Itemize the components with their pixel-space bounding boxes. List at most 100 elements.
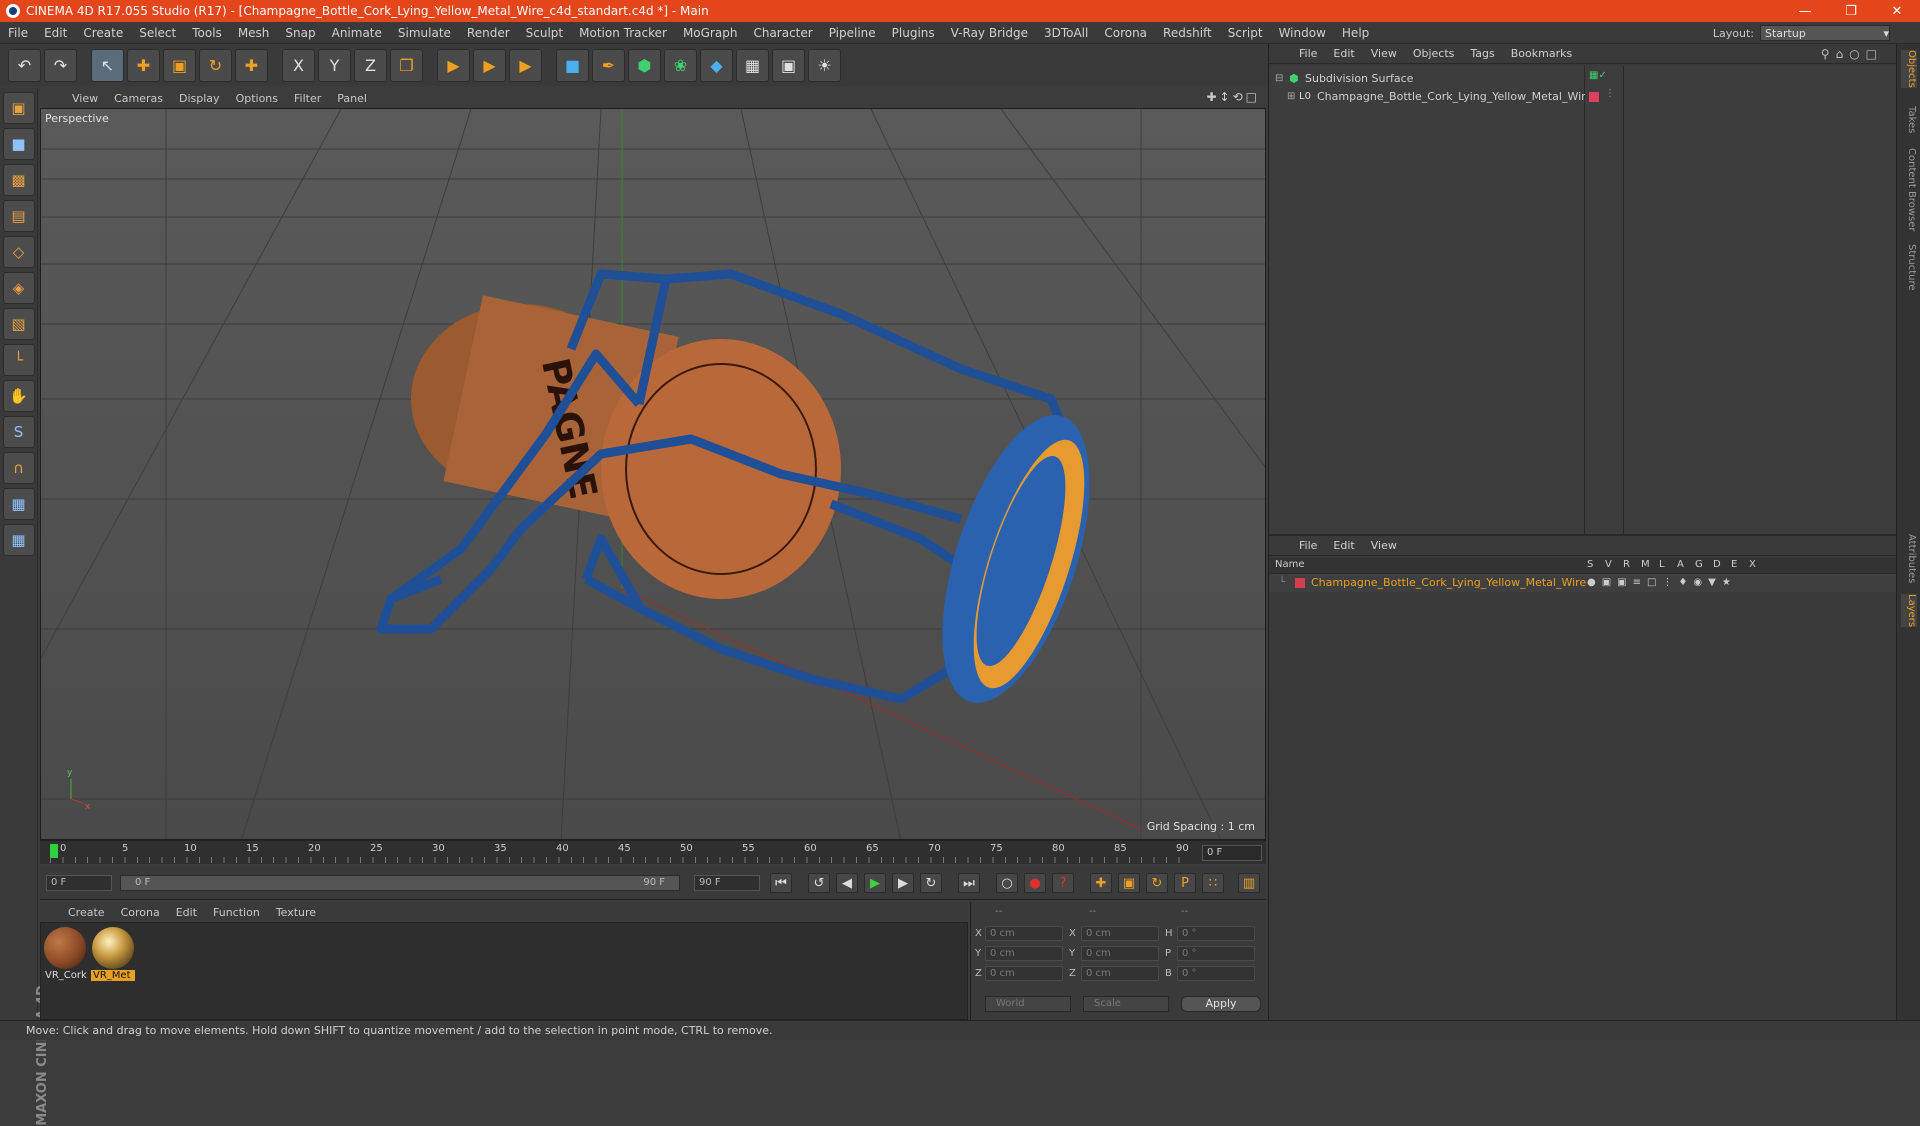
- texture-mode-button[interactable]: ▩: [2, 164, 35, 196]
- search-icon[interactable]: ⚲⌂○□: [1821, 47, 1883, 61]
- object-menu-view[interactable]: View: [1363, 47, 1405, 60]
- undo-button[interactable]: ↶: [8, 48, 41, 82]
- rotate-tool-button[interactable]: ↻: [199, 48, 232, 82]
- menu-mesh[interactable]: Mesh: [230, 26, 278, 40]
- tab-layers[interactable]: Layers: [1901, 594, 1917, 628]
- render-view-button[interactable]: ▶: [437, 48, 470, 82]
- record-button[interactable]: ●: [1024, 873, 1046, 893]
- object-menu-bookmarks[interactable]: Bookmarks: [1503, 47, 1580, 60]
- menu-vray-bridge[interactable]: V-Ray Bridge: [943, 26, 1036, 40]
- layer-flag-icons[interactable]: ●▣▣≡□⋮♦◉▼★: [1587, 574, 1737, 592]
- material-swatch[interactable]: VR_Met: [91, 927, 135, 985]
- light-object-button[interactable]: ☀: [808, 48, 841, 82]
- next-frame-button[interactable]: ▶: [892, 873, 914, 893]
- object-row-subdivision[interactable]: ⊟ ⬢ Subdivision Surface: [1269, 70, 1585, 88]
- tab-takes[interactable]: Takes: [1901, 106, 1917, 133]
- menu-simulate[interactable]: Simulate: [390, 26, 459, 40]
- material-menu-create[interactable]: Create: [60, 906, 113, 919]
- menu-plugins[interactable]: Plugins: [884, 26, 943, 40]
- menu-tools[interactable]: Tools: [184, 26, 230, 40]
- minimize-button[interactable]: —: [1782, 4, 1828, 19]
- viewport-nav-icons[interactable]: ✚↕⟲□: [1206, 90, 1260, 104]
- previous-frame-button[interactable]: ◀: [836, 873, 858, 893]
- viewport-menu-panel[interactable]: Panel: [329, 92, 375, 105]
- tab-structure[interactable]: Structure: [1901, 244, 1917, 291]
- preview-range-slider[interactable]: 0 F 90 F: [120, 875, 680, 891]
- deformer-button[interactable]: ◆: [700, 48, 733, 82]
- record-scale-button[interactable]: ▣: [1118, 873, 1140, 893]
- x-axis-button[interactable]: X: [282, 48, 315, 82]
- position-x-field[interactable]: 0 cm: [985, 926, 1063, 941]
- camera-object-button[interactable]: ▣: [772, 48, 805, 82]
- tab-objects[interactable]: Objects: [1901, 50, 1917, 88]
- menu-3dtoall[interactable]: 3DToAll: [1036, 26, 1096, 40]
- object-menu-objects[interactable]: Objects: [1405, 47, 1463, 60]
- menu-help[interactable]: Help: [1334, 26, 1377, 40]
- menu-corona[interactable]: Corona: [1096, 26, 1155, 40]
- menu-pipeline[interactable]: Pipeline: [821, 26, 884, 40]
- object-row-cork[interactable]: ⊞ L0 Champagne_Bottle_Cork_Lying_Yellow_…: [1269, 88, 1592, 106]
- model-mode-button[interactable]: ■: [2, 128, 35, 160]
- layout-select[interactable]: Startup ▾: [1760, 25, 1890, 41]
- close-button[interactable]: ✕: [1874, 4, 1920, 19]
- pen-spline-button[interactable]: ✒: [592, 48, 625, 82]
- menu-script[interactable]: Script: [1220, 26, 1271, 40]
- record-pla-button[interactable]: ∷: [1202, 873, 1224, 893]
- material-menu-texture[interactable]: Texture: [268, 906, 324, 919]
- tweak-mode-button[interactable]: ✋: [2, 380, 35, 412]
- object-menu-file[interactable]: File: [1291, 47, 1325, 60]
- make-editable-button[interactable]: ▣: [2, 92, 35, 124]
- object-menu-tags[interactable]: Tags: [1462, 47, 1502, 60]
- tab-attributes[interactable]: Attributes: [1901, 534, 1917, 583]
- menu-redshift[interactable]: Redshift: [1155, 26, 1220, 40]
- record-parameter-button[interactable]: P: [1174, 873, 1196, 893]
- position-y-field[interactable]: 0 cm: [985, 946, 1063, 961]
- render-settings-button[interactable]: ▶: [509, 48, 542, 82]
- axis-mode-button[interactable]: └: [2, 344, 35, 376]
- expand-icon[interactable]: ⊞: [1287, 88, 1295, 106]
- cube-object-button[interactable]: ■: [556, 48, 589, 82]
- visibility-dots-icon[interactable]: ⋮: [1605, 88, 1615, 99]
- menu-create[interactable]: Create: [75, 26, 131, 40]
- material-swatch[interactable]: VR_Cork: [43, 927, 87, 985]
- size-mode-select[interactable]: Scale: [1083, 996, 1169, 1012]
- array-generator-button[interactable]: ❀: [664, 48, 697, 82]
- timeline-window-button[interactable]: ▥: [1238, 873, 1260, 893]
- coordinate-space-select[interactable]: World: [985, 996, 1071, 1012]
- viewport-menu-cameras[interactable]: Cameras: [106, 92, 171, 105]
- go-to-start-button[interactable]: ⏮: [770, 873, 792, 893]
- previous-key-button[interactable]: ↺: [808, 873, 830, 893]
- subdivision-surface-button[interactable]: ⬢: [628, 48, 661, 82]
- menu-file[interactable]: File: [0, 26, 36, 40]
- workplane-align-button[interactable]: ▦: [2, 524, 35, 556]
- workplane-lock-button[interactable]: ▦: [2, 488, 35, 520]
- timeline-ruler[interactable]: 0 5 10 15 20 25 30 35 40 45 50 55 60 65 …: [40, 840, 1266, 864]
- rotation-p-field[interactable]: 0 °: [1177, 946, 1255, 961]
- menu-mograph[interactable]: MoGraph: [675, 26, 746, 40]
- magnet-button[interactable]: ∩: [2, 452, 35, 484]
- recent-tool-button[interactable]: ✚: [235, 48, 268, 82]
- menu-render[interactable]: Render: [459, 26, 518, 40]
- layer-menu-view[interactable]: View: [1363, 539, 1405, 552]
- snap-button[interactable]: S: [2, 416, 35, 448]
- points-mode-button[interactable]: ◇: [2, 236, 35, 268]
- start-frame-field[interactable]: 0 F: [46, 875, 112, 891]
- keyframe-help-button[interactable]: ?: [1052, 873, 1074, 893]
- z-axis-button[interactable]: Z: [354, 48, 387, 82]
- menu-sculpt[interactable]: Sculpt: [518, 26, 571, 40]
- material-menu-function[interactable]: Function: [205, 906, 268, 919]
- rotation-h-field[interactable]: 0 °: [1177, 926, 1255, 941]
- render-picture-viewer-button[interactable]: ▶: [473, 48, 506, 82]
- layer-color-swatch[interactable]: [1295, 578, 1305, 588]
- current-frame-field[interactable]: 0 F: [1202, 845, 1262, 861]
- floor-object-button[interactable]: ▦: [736, 48, 769, 82]
- redo-button[interactable]: ↷: [44, 48, 77, 82]
- perspective-viewport[interactable]: PAGNE y x Perspective Grid Spacing : 1 c…: [40, 108, 1266, 840]
- apply-button[interactable]: Apply: [1181, 996, 1261, 1012]
- go-to-end-button[interactable]: ⏭: [958, 873, 980, 893]
- autokey-button[interactable]: ○: [996, 873, 1018, 893]
- layer-menu-edit[interactable]: Edit: [1325, 539, 1362, 552]
- end-frame-field[interactable]: 90 F: [694, 875, 760, 891]
- menu-window[interactable]: Window: [1271, 26, 1334, 40]
- object-menu-edit[interactable]: Edit: [1325, 47, 1362, 60]
